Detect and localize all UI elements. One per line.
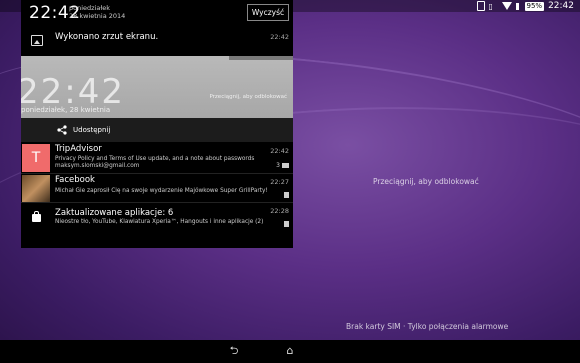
battery-level: 95% — [524, 1, 545, 11]
clear-all-button[interactable]: Wyczyść — [247, 4, 289, 21]
notification-updated-apps[interactable]: Zaktualizowane aplikacje: 6 Nieostre tło… — [21, 203, 293, 231]
back-icon[interactable]: ⮌ — [228, 345, 240, 357]
status-icons: ▯ 95% 22:42 — [476, 0, 574, 12]
notification-text: Michał Gie zaprosił Cię na swoje wydarze… — [55, 188, 268, 194]
notification-app-icon — [284, 192, 289, 198]
updates-avatar — [22, 204, 50, 232]
notification-time: 22:27 — [270, 178, 289, 186]
notification-time: 22:28 — [270, 207, 289, 215]
panel-day: poniedziałek — [69, 4, 110, 12]
notification-count: 3 — [276, 162, 289, 169]
notification-account: maksym.slomski@gmail.com — [55, 163, 140, 169]
mail-icon — [282, 163, 289, 168]
share-label: Udostępnij — [73, 126, 111, 134]
preview-date: poniedziałek, 28 kwietnia — [21, 106, 111, 114]
sim-icon — [476, 1, 485, 11]
screenshot-time: 22:42 — [270, 33, 289, 41]
preview-bar — [229, 56, 293, 60]
screenshot-title: Wykonano zrzut ekranu. — [55, 32, 159, 42]
notification-app-icon — [284, 221, 289, 227]
sim-status: Brak karty SIM · Tylko połączenia alarmo… — [346, 322, 509, 331]
notification-title: Facebook — [55, 175, 95, 185]
screenshot-preview[interactable]: 22:42 poniedziałek, 28 kwietnia Przeciąg… — [21, 56, 293, 118]
vibrate-icon: ▯ — [488, 1, 493, 11]
facebook-small-icon — [284, 192, 289, 198]
wifi-icon — [501, 2, 512, 10]
notification-text: Privacy Policy and Terms of Use update, … — [55, 156, 255, 162]
tripadvisor-avatar: T — [22, 144, 50, 172]
status-time: 22:42 — [548, 1, 574, 11]
preview-hint: Przeciągnij, aby odblokować — [209, 94, 287, 100]
notification-text: Nieostre tło, YouTube, Klawiatura Xperia… — [55, 219, 264, 225]
image-icon — [31, 35, 43, 46]
notification-title: Zaktualizowane aplikacje: 6 — [55, 208, 174, 218]
signal-icon — [515, 2, 519, 10]
notification-title: TripAdvisor — [55, 144, 102, 154]
navigation-bar: ⮌ ⌂ — [0, 340, 580, 363]
home-icon[interactable]: ⌂ — [284, 345, 296, 357]
notification-tripadvisor[interactable]: T TripAdvisor Privacy Policy and Terms o… — [21, 143, 293, 173]
panel-date: 28 kwietnia 2014 — [69, 12, 126, 20]
shopping-bag-icon — [31, 211, 41, 222]
panel-header: 22:42 poniedziałek 28 kwietnia 2014 Wycz… — [21, 0, 293, 28]
play-store-small-icon — [284, 221, 289, 227]
notification-time: 22:42 — [270, 147, 289, 155]
notification-facebook[interactable]: Facebook Michał Gie zaprosił Cię na swoj… — [21, 174, 293, 203]
share-icon — [57, 125, 67, 135]
notification-count-value: 3 — [276, 162, 280, 169]
share-button[interactable]: Udostępnij — [21, 118, 293, 142]
facebook-avatar — [22, 175, 50, 203]
notification-panel: 22:42 poniedziałek 28 kwietnia 2014 Wycz… — [21, 0, 293, 248]
unlock-hint: Przeciągnij, aby odblokować — [373, 177, 479, 186]
screenshot-notification[interactable]: Wykonano zrzut ekranu. 22:42 — [21, 28, 293, 56]
